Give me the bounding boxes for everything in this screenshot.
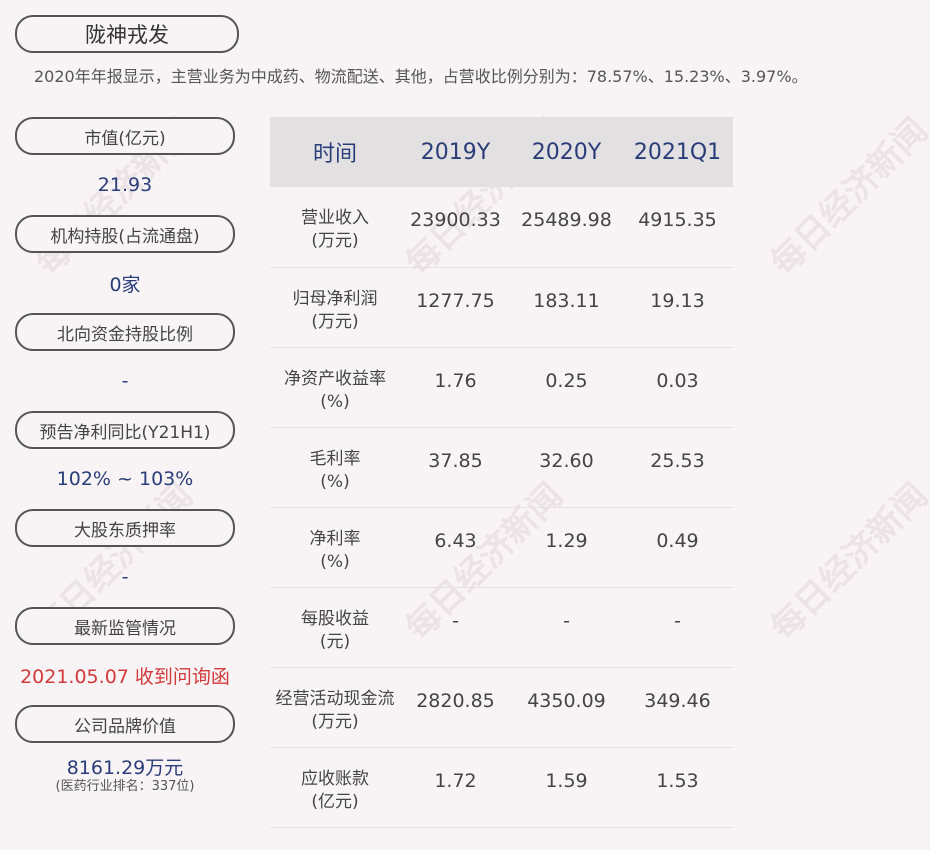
value-cell: 0.25	[511, 347, 622, 428]
metric-cell: 净资产收益率 (%)	[270, 347, 400, 428]
company-name: 陇神戎发	[15, 15, 239, 53]
column-header: 2021Q1	[633, 139, 722, 165]
stat-value-regulation: 2021.05.07 收到问询函	[20, 665, 230, 688]
stat-value-brand: 8161.29万元 (医药行业排名：337位)	[15, 743, 235, 813]
value-cell: 1.76	[400, 347, 511, 428]
value-cell: 23900.33	[400, 187, 511, 268]
stat-label-institutional: 机构持股(占流通盘)	[15, 215, 235, 253]
metric-cell: 净利率 (%)	[270, 507, 400, 588]
brand-rank-note: (医药行业排名：337位)	[55, 779, 195, 794]
table-row: 应收账款 (亿元) 1.72 1.59 1.53	[270, 747, 733, 828]
table-header-row: 时间 2019Y 2020Y 2021Q1	[270, 117, 733, 187]
stat-value-institutional: 0家	[109, 273, 141, 296]
value-cell: 6.43	[400, 507, 511, 588]
column-header: 2019Y	[420, 139, 491, 165]
table-row: 毛利率 (%) 37.85 32.60 25.53	[270, 427, 733, 508]
table-row: 归母净利润 (万元) 1277.75 183.11 19.13	[270, 267, 733, 348]
metric-cell: 毛利率 (%)	[270, 427, 400, 508]
watermark: 每日经济新闻	[763, 110, 930, 284]
table-row: 营业收入 (万元) 23900.33 25489.98 4915.35	[270, 187, 733, 268]
column-header: 2020Y	[531, 139, 602, 165]
stat-value-market-cap: 21.93	[97, 174, 153, 196]
value-cell: 1.29	[511, 507, 622, 588]
metric-cell: 归母净利润 (万元)	[270, 267, 400, 348]
watermark: 每日经济新闻	[763, 475, 930, 649]
value-cell: -	[400, 587, 511, 668]
value-cell: 1.53	[622, 747, 733, 828]
value-cell: 37.85	[400, 427, 511, 508]
value-cell: 32.60	[511, 427, 622, 508]
metric-cell: 每股收益 (元)	[270, 587, 400, 668]
stat-value-forecast: 102% ~ 103%	[56, 468, 194, 490]
value-cell: 25.53	[622, 427, 733, 508]
value-cell: 4350.09	[511, 667, 622, 748]
value-cell: 19.13	[622, 267, 733, 348]
table-row: 净资产收益率 (%) 1.76 0.25 0.03	[270, 347, 733, 428]
value-cell: -	[511, 587, 622, 668]
value-cell: 349.46	[622, 667, 733, 748]
stat-value-pledge: -	[121, 566, 129, 588]
table-row: 净利率 (%) 6.43 1.29 0.49	[270, 507, 733, 588]
value-cell: 0.03	[622, 347, 733, 428]
column-header: 时间	[312, 142, 357, 167]
stats-panel: 市值(亿元) 21.93 机构持股(占流通盘) 0家 北向资金持股比例 - 预告…	[15, 117, 235, 813]
stat-label-brand: 公司品牌价值	[15, 705, 235, 743]
value-cell: 183.11	[511, 267, 622, 348]
value-cell: -	[622, 587, 733, 668]
financial-table: 时间 2019Y 2020Y 2021Q1 营业收入 (万元) 23900.33 …	[270, 117, 733, 828]
stat-label-regulation: 最新监管情况	[15, 607, 235, 645]
stat-label-forecast: 预告净利同比(Y21H1)	[15, 411, 235, 449]
business-summary: 2020年年报显示，主营业务为中成药、物流配送、其他，占营收比例分别为：78.5…	[34, 67, 808, 86]
stat-value-northbound: -	[121, 370, 129, 392]
table-row: 每股收益 (元) - - -	[270, 587, 733, 668]
value-cell: 2820.85	[400, 667, 511, 748]
metric-cell: 营业收入 (万元)	[270, 187, 400, 268]
value-cell: 1277.75	[400, 267, 511, 348]
value-cell: 1.72	[400, 747, 511, 828]
value-cell: 0.49	[622, 507, 733, 588]
metric-cell: 经营活动现金流 (万元)	[270, 667, 400, 748]
stat-label-pledge: 大股东质押率	[15, 509, 235, 547]
value-cell: 4915.35	[622, 187, 733, 268]
table-row: 经营活动现金流 (万元) 2820.85 4350.09 349.46	[270, 667, 733, 748]
brand-value: 8161.29万元	[66, 757, 184, 779]
metric-cell: 应收账款 (亿元)	[270, 747, 400, 828]
stat-label-northbound: 北向资金持股比例	[15, 313, 235, 351]
value-cell: 1.59	[511, 747, 622, 828]
stat-label-market-cap: 市值(亿元)	[15, 117, 235, 155]
value-cell: 25489.98	[511, 187, 622, 268]
